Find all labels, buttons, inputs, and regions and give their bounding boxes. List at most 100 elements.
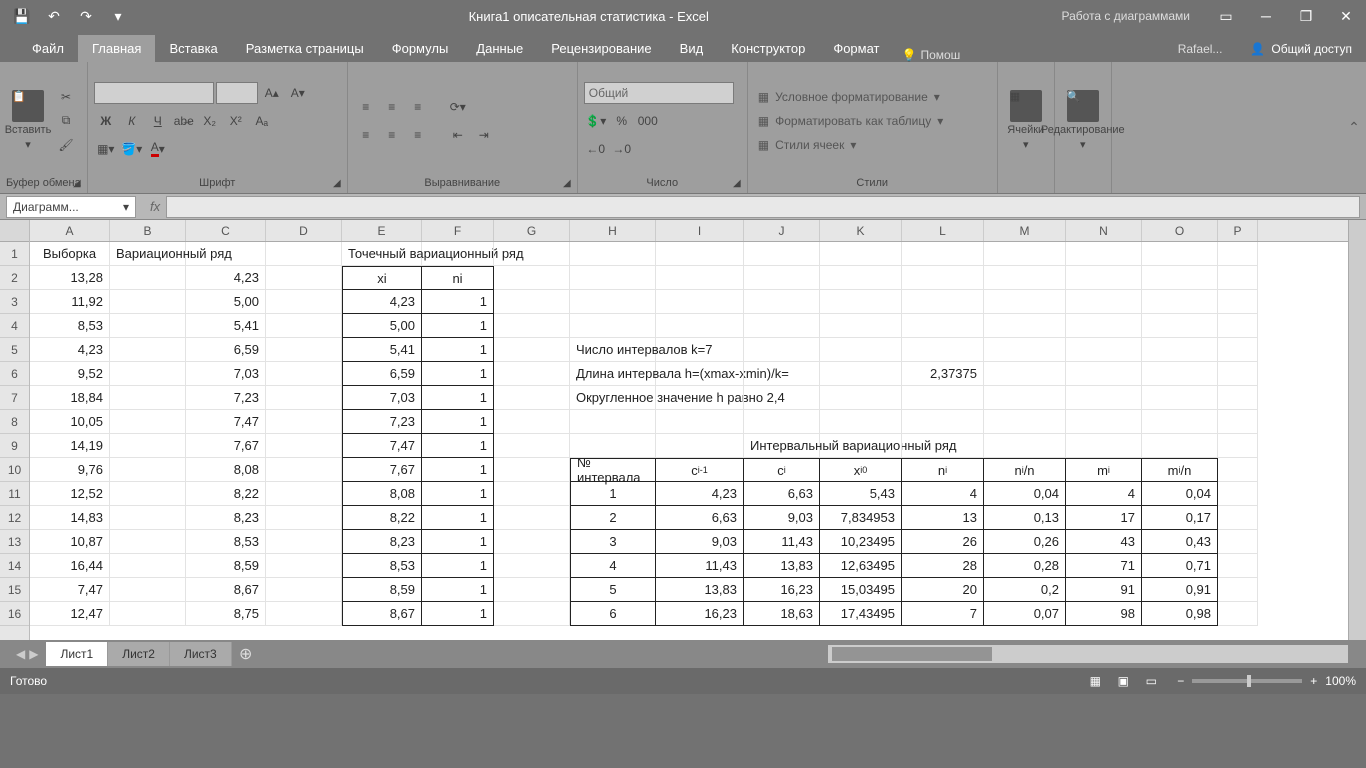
cell-K12[interactable]: 7,834953: [820, 506, 902, 530]
cell-O7[interactable]: [1142, 386, 1218, 410]
cell-J1[interactable]: [744, 242, 820, 266]
col-header-N[interactable]: N: [1066, 220, 1142, 241]
zoom-level[interactable]: 100%: [1325, 674, 1356, 688]
cell-B3[interactable]: [110, 290, 186, 314]
cell-N7[interactable]: [1066, 386, 1142, 410]
italic-button[interactable]: К: [120, 110, 144, 132]
cell-P4[interactable]: [1218, 314, 1258, 338]
cell-K6[interactable]: [820, 362, 902, 386]
row-header-1[interactable]: 1: [0, 242, 29, 266]
cell-N12[interactable]: 17: [1066, 506, 1142, 530]
col-header-P[interactable]: P: [1218, 220, 1258, 241]
cell-P6[interactable]: [1218, 362, 1258, 386]
col-header-A[interactable]: A: [30, 220, 110, 241]
cell-F5[interactable]: 1: [422, 338, 494, 362]
row-header-16[interactable]: 16: [0, 602, 29, 626]
col-header-H[interactable]: H: [570, 220, 656, 241]
underline-button[interactable]: Ч: [146, 110, 170, 132]
cell-K14[interactable]: 12,63495: [820, 554, 902, 578]
cell-I16[interactable]: 16,23: [656, 602, 744, 626]
cell-F14[interactable]: 1: [422, 554, 494, 578]
cell-K15[interactable]: 15,03495: [820, 578, 902, 602]
cell-L6[interactable]: 2,37375: [902, 362, 984, 386]
cell-N13[interactable]: 43: [1066, 530, 1142, 554]
cell-L3[interactable]: [902, 290, 984, 314]
cell-C2[interactable]: 4,23: [186, 266, 266, 290]
cell-K13[interactable]: 10,23495: [820, 530, 902, 554]
tell-me[interactable]: 💡 Помош: [902, 48, 961, 62]
cell-D8[interactable]: [266, 410, 342, 434]
cell-H1[interactable]: [570, 242, 656, 266]
borders-button[interactable]: ▦▾: [94, 138, 118, 160]
percent-button[interactable]: %: [610, 110, 634, 132]
cell-K4[interactable]: [820, 314, 902, 338]
cell-I14[interactable]: 11,43: [656, 554, 744, 578]
col-header-I[interactable]: I: [656, 220, 744, 241]
collapse-ribbon[interactable]: ⌃: [1342, 61, 1366, 193]
copy-button[interactable]: ⧉: [54, 110, 78, 132]
cell-D6[interactable]: [266, 362, 342, 386]
cell-K16[interactable]: 17,43495: [820, 602, 902, 626]
cell-M15[interactable]: 0,2: [984, 578, 1066, 602]
cell-E13[interactable]: 8,23: [342, 530, 422, 554]
select-all-corner[interactable]: [0, 220, 29, 242]
cell-A11[interactable]: 12,52: [30, 482, 110, 506]
cell-I4[interactable]: [656, 314, 744, 338]
tab-view[interactable]: Вид: [666, 35, 718, 62]
cell-P12[interactable]: [1218, 506, 1258, 530]
cell-P14[interactable]: [1218, 554, 1258, 578]
row-header-5[interactable]: 5: [0, 338, 29, 362]
cell-K2[interactable]: [820, 266, 902, 290]
cell-G9[interactable]: [494, 434, 570, 458]
cell-E10[interactable]: 7,67: [342, 458, 422, 482]
row-header-2[interactable]: 2: [0, 266, 29, 290]
cell-L16[interactable]: 7: [902, 602, 984, 626]
row-header-8[interactable]: 8: [0, 410, 29, 434]
zoom-slider[interactable]: [1192, 679, 1302, 683]
cell-H10[interactable]: № интервала: [570, 458, 656, 482]
cell-K9[interactable]: [820, 434, 902, 458]
cell-F10[interactable]: 1: [422, 458, 494, 482]
cell-C7[interactable]: 7,23: [186, 386, 266, 410]
fx-label[interactable]: fx: [150, 199, 160, 214]
cell-A14[interactable]: 16,44: [30, 554, 110, 578]
strike-button[interactable]: ab̶e: [172, 110, 196, 132]
cell-B12[interactable]: [110, 506, 186, 530]
cell-H4[interactable]: [570, 314, 656, 338]
zoom-in[interactable]: +: [1310, 674, 1317, 688]
font-size-box[interactable]: [216, 82, 258, 104]
editing-button[interactable]: 🔍Редактирование▾: [1061, 66, 1105, 175]
cell-M13[interactable]: 0,26: [984, 530, 1066, 554]
cell-D3[interactable]: [266, 290, 342, 314]
cell-A12[interactable]: 14,83: [30, 506, 110, 530]
col-header-L[interactable]: L: [902, 220, 984, 241]
cell-F11[interactable]: 1: [422, 482, 494, 506]
cell-B15[interactable]: [110, 578, 186, 602]
cell-C1[interactable]: [186, 242, 266, 266]
cell-I13[interactable]: 9,03: [656, 530, 744, 554]
cell-N5[interactable]: [1066, 338, 1142, 362]
cell-E7[interactable]: 7,03: [342, 386, 422, 410]
cell-L13[interactable]: 26: [902, 530, 984, 554]
cell-L4[interactable]: [902, 314, 984, 338]
cell-D5[interactable]: [266, 338, 342, 362]
cell-G6[interactable]: [494, 362, 570, 386]
cell-L1[interactable]: [902, 242, 984, 266]
cell-O10[interactable]: mi/n: [1142, 458, 1218, 482]
cell-A13[interactable]: 10,87: [30, 530, 110, 554]
cell-I2[interactable]: [656, 266, 744, 290]
cell-D14[interactable]: [266, 554, 342, 578]
cell-C8[interactable]: 7,47: [186, 410, 266, 434]
clipboard-expander[interactable]: ◢: [73, 178, 81, 189]
cell-B1[interactable]: Вариационный ряд: [110, 242, 186, 266]
cell-O15[interactable]: 0,91: [1142, 578, 1218, 602]
cell-M12[interactable]: 0,13: [984, 506, 1066, 530]
name-box-dropdown-icon[interactable]: ▾: [123, 200, 129, 214]
cell-K11[interactable]: 5,43: [820, 482, 902, 506]
cell-N9[interactable]: [1066, 434, 1142, 458]
col-header-K[interactable]: K: [820, 220, 902, 241]
orientation[interactable]: ⟳▾: [446, 96, 470, 118]
row-header-12[interactable]: 12: [0, 506, 29, 530]
cell-D15[interactable]: [266, 578, 342, 602]
cell-B9[interactable]: [110, 434, 186, 458]
